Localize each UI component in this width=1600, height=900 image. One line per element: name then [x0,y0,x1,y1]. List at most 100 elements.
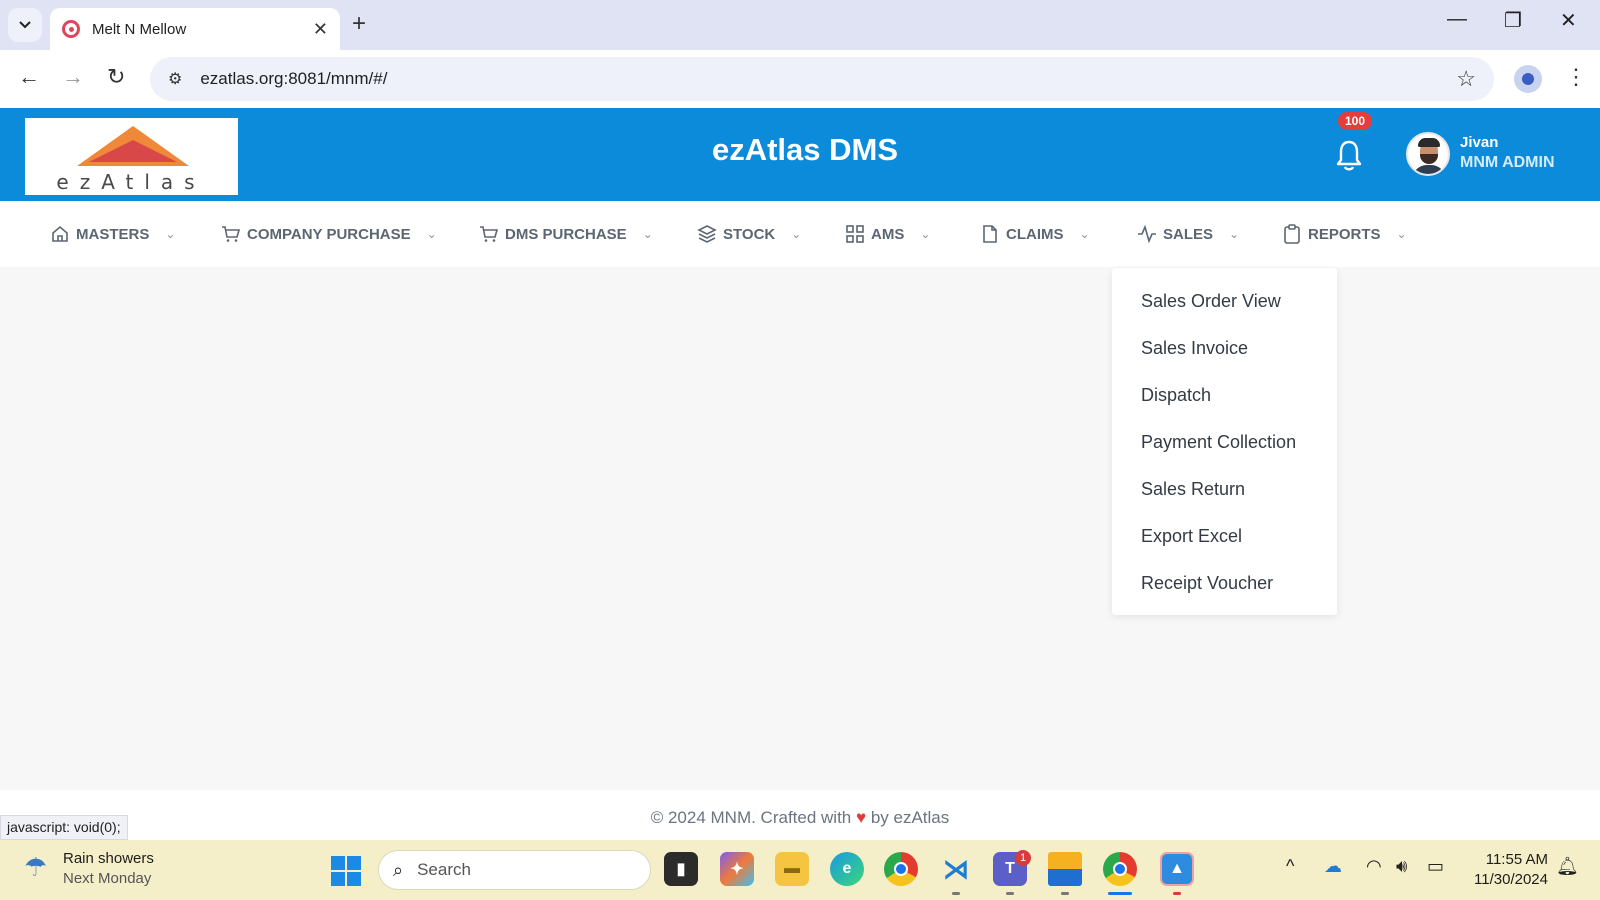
menu-item-sales-order-view[interactable]: Sales Order View [1112,278,1337,325]
clock-time[interactable]: 11:55 AM [1468,851,1548,868]
nav-label: COMPANY PURCHASE [247,225,411,243]
status-bar-link: javascript: void(0); [0,815,128,840]
site-favicon [62,20,80,38]
file-explorer-icon[interactable]: ▬ [775,852,809,886]
wifi-icon[interactable]: ◠ [1366,856,1382,877]
footer-suffix: by ezAtlas [870,808,950,827]
close-window-button[interactable]: ✕ [1560,8,1577,33]
tab-title: Melt N Mellow [92,20,187,38]
nav-claims[interactable]: CLAIMS ⌄ [980,201,1090,267]
windows-taskbar: ☂ Rain showers Next Monday ⌕ Search ▮ ✦ … [0,840,1600,900]
nav-company-purchase[interactable]: COMPANY PURCHASE ⌄ [221,201,437,267]
onedrive-icon[interactable]: ☁ [1324,856,1342,877]
nav-reports[interactable]: REPORTS ⌄ [1282,201,1407,267]
activity-icon [1138,224,1156,244]
task-view-icon[interactable]: ▮ [664,852,698,886]
layers-icon [697,225,717,243]
weather-subtitle[interactable]: Next Monday [63,870,151,887]
search-icon: ⌕ [393,859,404,880]
forward-button[interactable]: → [62,64,84,90]
weather-title[interactable]: Rain showers [63,850,154,867]
nav-label: AMS [871,225,905,243]
reload-button[interactable]: ↻ [107,64,125,90]
tab-search-button[interactable] [8,8,42,42]
clock-date[interactable]: 11/30/2024 [1468,871,1548,888]
ezatlas-logo[interactable]: ezAtlas [25,118,238,195]
back-button[interactable]: ← [18,64,40,90]
app-header: ezAtlas ezAtlas DMS 100 Jivan MNM ADMIN [0,108,1600,201]
clipboard-icon [1284,224,1300,244]
chevron-down-icon: ⌄ [1229,227,1240,241]
home-icon [52,225,68,242]
battery-icon[interactable]: ▭ [1427,856,1444,877]
bell-icon[interactable] [1335,138,1363,172]
nav-stock[interactable]: STOCK ⌄ [697,201,801,267]
file-icon [983,225,997,243]
nav-ams[interactable]: AMS ⌄ [845,201,930,267]
url-text[interactable]: ezatlas.org:8081/mnm/#/ [200,69,1456,89]
footer-text: © 2024 MNM. Crafted with ♥ by ezAtlas [0,808,1600,828]
app-running-indicator [1006,892,1014,895]
profile-icon[interactable] [1514,65,1542,93]
windows-start-icon[interactable] [331,856,361,886]
sales-dropdown-menu: Sales Order View Sales Invoice Dispatch … [1112,268,1337,615]
chevron-down-icon: ⌄ [791,227,802,241]
widgets-app-icon[interactable] [1048,852,1082,886]
menu-item-export-excel[interactable]: Export Excel [1112,513,1337,560]
nav-dms-purchase[interactable]: DMS PURCHASE ⌄ [479,201,653,267]
browser-tab[interactable]: Melt N Mellow ✕ [50,8,340,50]
avatar[interactable] [1406,132,1450,176]
nav-label: DMS PURCHASE [505,225,627,243]
chevron-down-icon: ⌄ [1396,227,1407,241]
nav-label: MASTERS [76,225,150,243]
page-footer: © 2024 MNM. Crafted with ♥ by ezAtlas [0,790,1600,840]
minimize-window-button[interactable]: — [1447,8,1467,31]
browser-toolbar: ← → ↻ ⚙ ezatlas.org:8081/mnm/#/ ☆ ⋮ [0,50,1600,108]
cart-icon [222,226,241,242]
grid-icon [846,225,864,243]
bookmark-star-icon[interactable]: ☆ [1456,66,1476,92]
chevron-down-icon: ⌄ [1079,227,1090,241]
volume-icon[interactable]: 🔊︎ [1396,856,1407,877]
menu-item-payment-collection[interactable]: Payment Collection [1112,419,1337,466]
new-tab-button[interactable]: + [352,10,366,38]
chrome-profile-icon[interactable] [1103,852,1137,886]
menu-item-dispatch[interactable]: Dispatch [1112,372,1337,419]
close-tab-icon[interactable]: ✕ [313,19,328,40]
edge-browser-icon[interactable]: e [830,852,864,886]
heart-icon: ♥ [856,808,867,827]
photos-app-icon[interactable]: ▲ [1160,852,1194,886]
notification-bell-icon[interactable]: 🔔︎ [1556,856,1579,877]
chrome-icon[interactable] [884,852,918,886]
restore-window-button[interactable]: ❐ [1504,8,1522,33]
browser-menu-icon[interactable]: ⋮ [1565,64,1587,90]
taskbar-search[interactable]: ⌕ Search [378,850,651,890]
chevron-down-icon: ⌄ [165,227,176,241]
app-running-indicator [952,892,960,895]
umbrella-rain-icon[interactable]: ☂ [24,852,47,883]
nav-label: CLAIMS [1006,225,1064,243]
user-role: MNM ADMIN [1460,154,1555,171]
app-active-indicator [1108,892,1132,895]
browser-tab-bar: Melt N Mellow ✕ + — ❐ ✕ [0,0,1600,50]
menu-item-receipt-voucher[interactable]: Receipt Voucher [1112,560,1337,607]
chevron-up-icon[interactable]: ^ [1286,856,1294,877]
chevron-down-icon: ⌄ [920,227,931,241]
nav-label: STOCK [723,225,776,243]
main-nav: MASTERS ⌄ COMPANY PURCHASE ⌄ DMS PURCHAS… [0,201,1600,267]
nav-sales[interactable]: SALES ⌄ [1137,201,1239,267]
copilot-icon[interactable]: ✦ [720,852,754,886]
chevron-down-icon: ⌄ [642,227,653,241]
nav-label: SALES [1163,225,1214,243]
chevron-down-icon: ⌄ [426,227,437,241]
search-label: Search [417,860,471,879]
menu-item-sales-return[interactable]: Sales Return [1112,466,1337,513]
nav-masters[interactable]: MASTERS ⌄ [50,201,175,267]
notification-badge: 100 [1338,112,1373,130]
address-bar[interactable]: ⚙ ezatlas.org:8081/mnm/#/ ☆ [150,57,1494,101]
menu-item-sales-invoice[interactable]: Sales Invoice [1112,325,1337,372]
user-name[interactable]: Jivan [1460,134,1498,151]
site-settings-icon[interactable]: ⚙ [168,69,182,89]
vscode-icon[interactable]: ⋊ [939,852,973,886]
app-running-indicator [1173,892,1181,895]
